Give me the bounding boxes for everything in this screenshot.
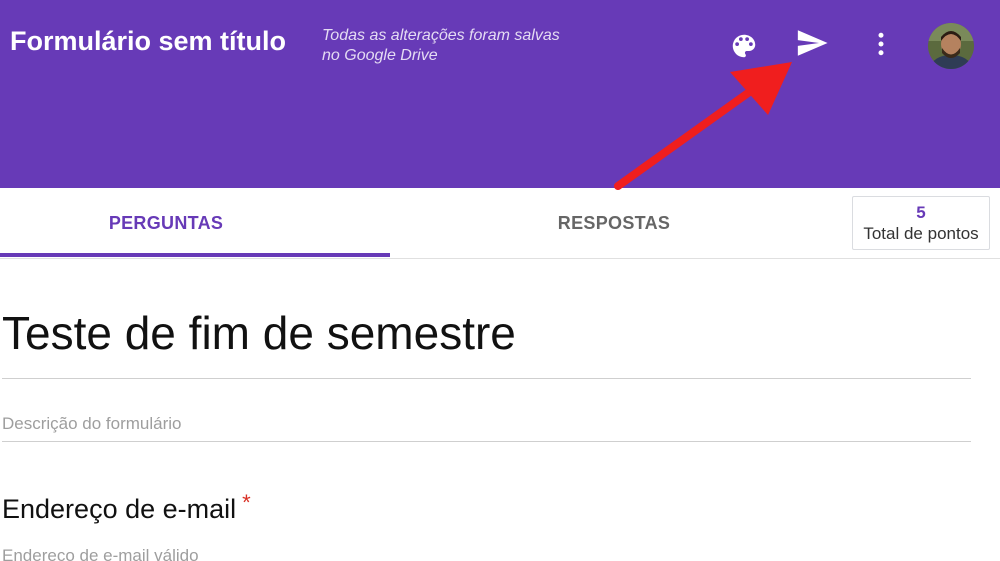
question-title-text: Endereço de e-mail [2, 494, 237, 524]
total-points-value: 5 [916, 203, 926, 222]
send-button[interactable] [790, 21, 834, 65]
palette-icon [732, 34, 756, 58]
question-title[interactable]: Endereço de e-mail * [2, 490, 251, 525]
description-underline [2, 441, 971, 442]
form-document-title[interactable]: Teste de fim de semestre [2, 306, 516, 360]
required-asterisk: * [242, 490, 251, 515]
form-description-input[interactable]: Descrição do formulário [2, 414, 962, 434]
tab-bar: PERGUNTAS RESPOSTAS [0, 188, 1000, 259]
tab-responses[interactable]: RESPOSTAS [442, 188, 786, 258]
avatar-icon [928, 23, 974, 69]
form-title[interactable]: Formulário sem título [10, 26, 286, 57]
form-header: Formulário sem título Todas as alteraçõe… [0, 0, 1000, 188]
title-underline [2, 378, 971, 379]
tab-questions[interactable]: PERGUNTAS [0, 188, 332, 258]
total-points-box[interactable]: 5 Total de pontos [852, 196, 990, 250]
more-options-button[interactable] [859, 22, 903, 66]
customize-theme-button[interactable] [722, 24, 766, 68]
save-status: Todas as alterações foram salvas no Goog… [322, 27, 560, 64]
more-vert-icon [878, 32, 884, 56]
active-tab-indicator [0, 253, 390, 257]
account-avatar[interactable] [928, 23, 974, 69]
google-forms-page: Formulário sem título Todas as alteraçõe… [0, 0, 1000, 561]
question-answer-hint: Endereço de e-mail válido [2, 546, 199, 561]
total-points-label: Total de pontos [863, 224, 979, 243]
send-icon [797, 30, 828, 56]
